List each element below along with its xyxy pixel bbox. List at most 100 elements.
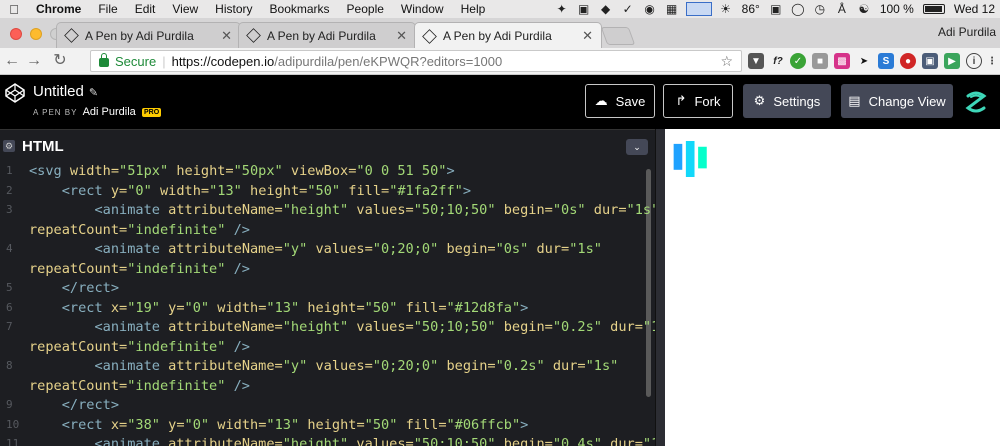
- camera-icon[interactable]: ▣: [573, 0, 595, 18]
- menu-app-chrome[interactable]: Chrome: [28, 2, 90, 16]
- line-number: 2: [6, 183, 13, 197]
- grammarly-extension-icon[interactable]: ✓: [790, 53, 806, 69]
- line-number: 11: [6, 437, 20, 446]
- code-token: "38": [127, 416, 160, 433]
- menu-view[interactable]: View: [164, 2, 207, 16]
- browser-tab-2[interactable]: A Pen by Adi Purdila ✕: [238, 22, 416, 48]
- fork-button[interactable]: ↱ Fork: [663, 84, 733, 118]
- code-line[interactable]: 11 <animate attributeName="height" value…: [0, 434, 655, 446]
- code-token: "height": [282, 436, 349, 446]
- code-line[interactable]: 7 <animate attributeName="height" values…: [0, 317, 655, 337]
- close-window-button[interactable]: [10, 28, 22, 40]
- clock[interactable]: Wed 12: [949, 2, 1000, 16]
- pen-title[interactable]: Untitled ✎: [33, 83, 98, 100]
- menu-help[interactable]: Help: [453, 2, 495, 16]
- menu-edit[interactable]: Edit: [127, 2, 165, 16]
- save-button[interactable]: ☁ Save: [585, 84, 655, 118]
- weather-icon[interactable]: ☀: [715, 0, 737, 18]
- user-avatar-icon[interactable]: [962, 88, 990, 116]
- dropbox-icon[interactable]: ◆: [595, 0, 617, 18]
- tab-close-icon[interactable]: ✕: [221, 28, 232, 44]
- puzzle-extension-icon[interactable]: ■: [812, 53, 828, 69]
- code-token: <animate: [94, 319, 169, 335]
- info-extension-icon[interactable]: i: [966, 53, 982, 69]
- code-token: "height": [282, 202, 349, 218]
- pane-resize-divider[interactable]: [655, 129, 665, 446]
- bluetooth-icon[interactable]: Å: [831, 0, 853, 18]
- author-link[interactable]: Adi Purdila: [83, 106, 136, 118]
- code-line[interactable]: 2 <rect y="0" width="13" height="50" fil…: [0, 181, 650, 201]
- menu-bookmarks[interactable]: Bookmarks: [262, 2, 339, 16]
- code-token: "50;10;50": [413, 319, 496, 335]
- apple-icon[interactable]: : [0, 2, 28, 17]
- timemachine-icon[interactable]: ◷: [809, 0, 831, 18]
- code-line[interactable]: 5 </rect>: [0, 278, 650, 298]
- code-line[interactable]: 6 <rect x="19" y="0" width="13" height="…: [0, 298, 650, 318]
- battery-icon[interactable]: [922, 4, 945, 14]
- back-arrow-icon[interactable]: ←: [2, 51, 22, 71]
- browser-tab-3-active[interactable]: A Pen by Adi Purdila ✕: [414, 22, 602, 49]
- menu-file[interactable]: File: [90, 2, 126, 16]
- pocket-extension-icon[interactable]: ▼: [748, 53, 764, 69]
- pen-title-text[interactable]: Untitled: [33, 83, 84, 100]
- code-line[interactable]: 10 <rect x="38" y="0" width="13" height=…: [0, 415, 650, 435]
- lock-icon[interactable]: [99, 52, 109, 67]
- menu-history[interactable]: History: [207, 2, 261, 16]
- circle-1password-icon[interactable]: ◉: [639, 0, 661, 18]
- code-token: "#1fa2ff": [389, 182, 463, 199]
- code-token: begin=: [446, 241, 496, 257]
- pencil-icon[interactable]: ✎: [89, 87, 98, 99]
- browser-tab-1[interactable]: A Pen by Adi Purdila ✕: [56, 22, 241, 48]
- checkmark-app-icon[interactable]: ✓: [617, 0, 639, 18]
- code-line[interactable]: 4 <animate attributeName="y" values="0;2…: [0, 239, 650, 259]
- menu-people[interactable]: People: [339, 2, 393, 16]
- chrome-menu-icon[interactable]: ⋮: [984, 53, 1000, 69]
- code-line[interactable]: 1 <svg width="51px" height="50px" viewBox…: [0, 161, 650, 181]
- html-code-editor[interactable]: 1 <svg width="51px" height="50px" viewBox…: [0, 161, 655, 446]
- status-area: ✦ ▣ ◆ ✓ ◉ ▦ ☀ 86° ▣ ◯ ◷ Å ☯ 100 % Wed 12: [551, 0, 1000, 18]
- editor-dropdown-chevron-icon[interactable]: ⌄: [626, 139, 648, 155]
- wifi-icon[interactable]: ☯: [853, 0, 875, 18]
- forward-arrow-icon[interactable]: →: [24, 51, 44, 71]
- new-tab-button[interactable]: [600, 27, 636, 45]
- tab-extension-icon[interactable]: S: [878, 53, 894, 69]
- notes-extension-icon[interactable]: ▣: [922, 53, 938, 69]
- code-line[interactable]: repeatCount="indefinite" />: [0, 220, 650, 240]
- browser-tab-strip: A Pen by Adi Purdila ✕ A Pen by Adi Purd…: [0, 18, 1000, 49]
- bookmark-star-icon[interactable]: ☆: [720, 53, 733, 70]
- tab-close-icon[interactable]: ✕: [396, 28, 407, 44]
- address-bar[interactable]: Secure | https://codepen.io/adipurdila/p…: [90, 50, 742, 72]
- code-token: "0": [127, 182, 152, 199]
- editor-settings-gear-icon[interactable]: ⚙: [3, 140, 15, 152]
- record-extension-icon[interactable]: ●: [900, 53, 916, 69]
- menu-box-icon[interactable]: ▣: [765, 0, 787, 18]
- minimize-window-button[interactable]: [30, 28, 42, 40]
- reload-icon[interactable]: ↻: [50, 51, 70, 71]
- code-line[interactable]: 8 <animate attributeName="y" values="0;2…: [0, 356, 650, 376]
- menu-extra-icon[interactable]: ▦: [661, 0, 683, 18]
- code-text: <animate attributeName="height" values="…: [29, 200, 655, 220]
- chrome-profile-name[interactable]: Adi Purdila: [938, 25, 996, 39]
- tab-close-icon[interactable]: ✕: [582, 28, 593, 44]
- badge-extension-icon[interactable]: ▶: [944, 53, 960, 69]
- code-token: height=: [176, 163, 234, 179]
- change-view-button[interactable]: ▤ Change View: [841, 84, 953, 118]
- settings-button[interactable]: ⚙ Settings: [743, 84, 831, 118]
- code-line[interactable]: 9 </rect>: [0, 395, 650, 415]
- cursor-extension-icon[interactable]: ➤: [856, 53, 872, 69]
- function-extension-icon[interactable]: f?: [770, 53, 786, 69]
- code-token: repeatCount=: [29, 221, 128, 238]
- activity-chart-icon[interactable]: [685, 2, 712, 16]
- colorpicker-extension-icon[interactable]: ▩: [834, 53, 850, 69]
- code-line[interactable]: repeatCount="indefinite" />: [0, 337, 650, 357]
- code-line[interactable]: repeatCount="indefinite" />: [0, 376, 650, 396]
- codepen-logo-icon[interactable]: [5, 83, 25, 103]
- bunny-icon[interactable]: ✦: [551, 0, 573, 18]
- code-line[interactable]: repeatCount="indefinite" />: [0, 259, 650, 279]
- code-line[interactable]: 3 <animate attributeName="height" values…: [0, 200, 655, 220]
- search-circle-icon[interactable]: ◯: [787, 0, 809, 18]
- menu-window[interactable]: Window: [393, 2, 453, 16]
